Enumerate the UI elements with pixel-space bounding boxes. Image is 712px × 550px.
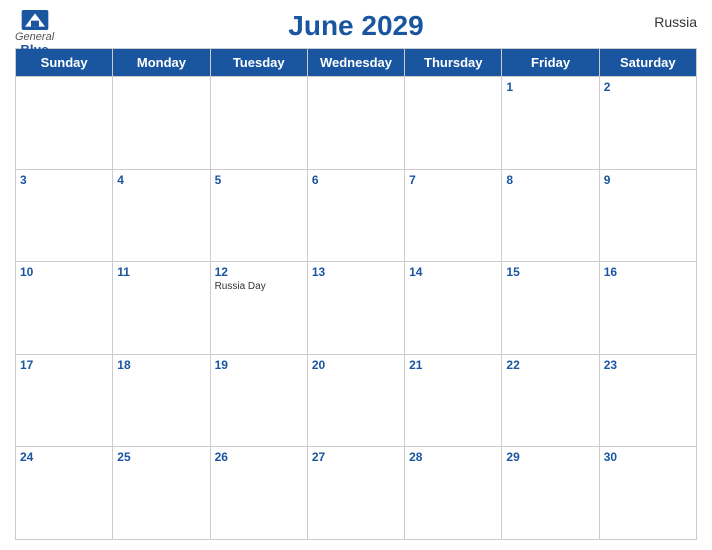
table-row: 6 bbox=[307, 169, 404, 262]
logo-icon bbox=[21, 10, 49, 30]
day-number: 8 bbox=[506, 173, 594, 187]
day-number: 5 bbox=[215, 173, 303, 187]
day-number: 28 bbox=[409, 450, 497, 464]
header-friday: Friday bbox=[502, 49, 599, 77]
day-number: 9 bbox=[604, 173, 692, 187]
day-number: 18 bbox=[117, 358, 205, 372]
calendar-row: 12 bbox=[16, 77, 697, 170]
table-row: 8 bbox=[502, 169, 599, 262]
calendar-row: 17 18 19 20 21 22 23 bbox=[16, 354, 697, 447]
day-number: 26 bbox=[215, 450, 303, 464]
day-number: 4 bbox=[117, 173, 205, 187]
table-row: 20 bbox=[307, 354, 404, 447]
table-row: 2 bbox=[599, 77, 696, 170]
table-row: 14 bbox=[405, 262, 502, 355]
header-tuesday: Tuesday bbox=[210, 49, 307, 77]
table-row: 10 bbox=[16, 262, 113, 355]
day-number: 6 bbox=[312, 173, 400, 187]
day-number: 11 bbox=[117, 265, 205, 279]
table-row: 18 bbox=[113, 354, 210, 447]
header-saturday: Saturday bbox=[599, 49, 696, 77]
table-row: 21 bbox=[405, 354, 502, 447]
table-row: 7 bbox=[405, 169, 502, 262]
day-number: 24 bbox=[20, 450, 108, 464]
day-number: 22 bbox=[506, 358, 594, 372]
calendar-row: 3456789 bbox=[16, 169, 697, 262]
table-row: 27 bbox=[307, 447, 404, 540]
day-number: 29 bbox=[506, 450, 594, 464]
country-label: Russia bbox=[654, 14, 697, 30]
table-row: 25 bbox=[113, 447, 210, 540]
table-row: 12 Russia Day bbox=[210, 262, 307, 355]
day-number: 3 bbox=[20, 173, 108, 187]
day-number: 21 bbox=[409, 358, 497, 372]
event-label: Russia Day bbox=[215, 281, 303, 292]
table-row: 17 bbox=[16, 354, 113, 447]
day-number: 25 bbox=[117, 450, 205, 464]
page-title: June 2029 bbox=[288, 10, 423, 42]
logo: General Blue bbox=[15, 10, 54, 57]
day-number: 14 bbox=[409, 265, 497, 279]
day-number: 7 bbox=[409, 173, 497, 187]
table-row: 29 bbox=[502, 447, 599, 540]
table-row bbox=[210, 77, 307, 170]
table-row: 3 bbox=[16, 169, 113, 262]
day-number: 1 bbox=[506, 80, 594, 94]
day-number: 10 bbox=[20, 265, 108, 279]
table-row bbox=[16, 77, 113, 170]
day-number: 17 bbox=[20, 358, 108, 372]
table-row: 19 bbox=[210, 354, 307, 447]
table-row: 9 bbox=[599, 169, 696, 262]
header-wednesday: Wednesday bbox=[307, 49, 404, 77]
day-number: 19 bbox=[215, 358, 303, 372]
day-number: 20 bbox=[312, 358, 400, 372]
table-row: 23 bbox=[599, 354, 696, 447]
table-row: 4 bbox=[113, 169, 210, 262]
calendar-row: 24 25 26 27 28 29 30 bbox=[16, 447, 697, 540]
logo-blue-text: Blue bbox=[20, 43, 48, 57]
table-row: 11 bbox=[113, 262, 210, 355]
table-row: 30 bbox=[599, 447, 696, 540]
calendar-table: Sunday Monday Tuesday Wednesday Thursday… bbox=[15, 48, 697, 540]
calendar-body: 123456789101112Russia Day131415161718192… bbox=[16, 77, 697, 540]
day-number: 16 bbox=[604, 265, 692, 279]
day-number: 12 bbox=[215, 265, 303, 279]
calendar-row: 10 11 12 Russia Day 13 14 15 16 bbox=[16, 262, 697, 355]
day-number: 27 bbox=[312, 450, 400, 464]
header-thursday: Thursday bbox=[405, 49, 502, 77]
table-row: 1 bbox=[502, 77, 599, 170]
day-number: 2 bbox=[604, 80, 692, 94]
table-row: 24 bbox=[16, 447, 113, 540]
calendar-page: General Blue June 2029 Russia Sunday Mon… bbox=[0, 0, 712, 550]
weekday-header-row: Sunday Monday Tuesday Wednesday Thursday… bbox=[16, 49, 697, 77]
table-row: 5 bbox=[210, 169, 307, 262]
header-monday: Monday bbox=[113, 49, 210, 77]
table-row bbox=[307, 77, 404, 170]
table-row: 28 bbox=[405, 447, 502, 540]
table-row: 13 bbox=[307, 262, 404, 355]
day-number: 30 bbox=[604, 450, 692, 464]
table-row bbox=[405, 77, 502, 170]
day-number: 15 bbox=[506, 265, 594, 279]
table-row: 22 bbox=[502, 354, 599, 447]
table-row: 26 bbox=[210, 447, 307, 540]
day-number: 13 bbox=[312, 265, 400, 279]
table-row bbox=[113, 77, 210, 170]
table-row: 16 bbox=[599, 262, 696, 355]
table-row: 15 bbox=[502, 262, 599, 355]
calendar-header: General Blue June 2029 Russia bbox=[15, 10, 697, 42]
day-number: 23 bbox=[604, 358, 692, 372]
